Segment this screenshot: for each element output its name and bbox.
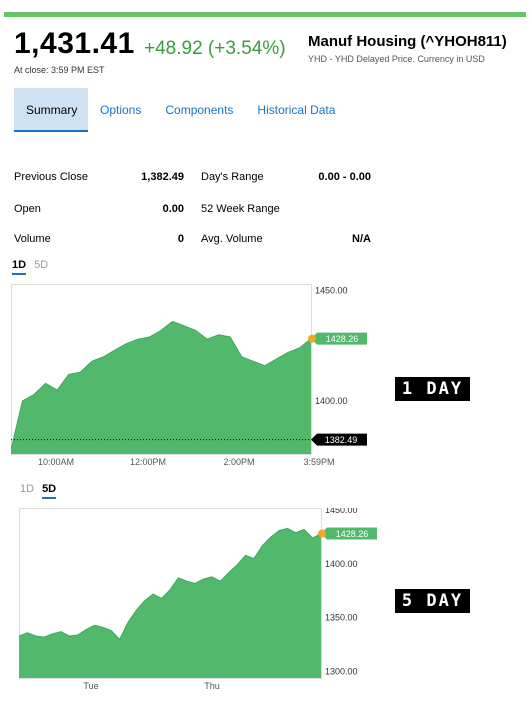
x-tick-label: 12:00PM (130, 457, 166, 467)
tab-summary[interactable]: Summary (14, 88, 88, 132)
y-tick-label: 1450.00 (325, 508, 358, 515)
top-accent-bar (4, 12, 526, 17)
last-price-dot (308, 334, 316, 343)
stat-days-range: Day's Range 0.00 - 0.00 (201, 171, 371, 189)
range-selector-2: 1D 5D (20, 483, 57, 499)
stat-volume: Volume 0 (14, 233, 184, 251)
stat-label: Previous Close (14, 171, 88, 183)
stat-avg-volume: Avg. Volume N/A (201, 233, 371, 251)
x-tick-label: Tue (83, 681, 98, 691)
range-1d-button[interactable]: 1D (20, 483, 34, 499)
company-name: Manuf Housing (^YHOH811) (308, 33, 507, 50)
stat-label: Open (14, 203, 41, 215)
quote-price: 1,431.41 (14, 27, 135, 60)
quote-change: +48.92 (+3.54%) (144, 38, 286, 59)
stat-label: Volume (14, 233, 51, 245)
x-tick-label: Thu (204, 681, 220, 691)
last-price-dot (318, 529, 326, 538)
x-tick-label: 3:59PM (303, 457, 334, 467)
stat-value: 0.00 - 0.00 (318, 171, 371, 183)
tab-historical-data[interactable]: Historical Data (245, 88, 347, 132)
range-1d-button[interactable]: 1D (12, 259, 27, 275)
stat-previous-close: Previous Close 1,382.49 (14, 171, 184, 189)
stat-value: N/A (352, 233, 371, 245)
x-tick-label: 10:00AM (38, 457, 74, 467)
y-tick-label: 1400.00 (315, 396, 348, 406)
y-tick-label: 1400.00 (325, 559, 358, 569)
range-5d-button[interactable]: 5D (42, 483, 57, 499)
range-selector-1: 1D 5D (12, 259, 48, 275)
stat-52-week-range: 52 Week Range (201, 203, 371, 221)
quote-tabs: Summary Options Components Historical Da… (14, 88, 347, 132)
stat-label: Avg. Volume (201, 233, 263, 245)
overlay-5-day-label: 5 DAY (395, 589, 470, 613)
previous-close-label: 1382.49 (325, 435, 358, 445)
last-price-label: 1428.26 (336, 529, 369, 539)
stat-open: Open 0.00 (14, 203, 184, 221)
stat-value: 1,382.49 (141, 171, 184, 183)
stat-value: 0.00 (162, 203, 184, 215)
chart-1d: 1450.00 1400.00 10:00AM 12:00PM 2:00PM 3:59PM… (11, 284, 367, 467)
stat-label: 52 Week Range (201, 203, 280, 215)
y-tick-label: 1350.00 (325, 613, 358, 623)
y-tick-label: 1300.00 (325, 667, 358, 677)
x-tick-label: 2:00PM (223, 457, 254, 467)
range-5d-button[interactable]: 5D (34, 259, 48, 275)
last-price-label: 1428.26 (326, 334, 359, 344)
quote-subtitle: YHD - YHD Delayed Price. Currency in USD (308, 54, 485, 64)
overlay-1-day-label: 1 DAY (395, 377, 470, 401)
close-time: At close: 3:59 PM EST (14, 65, 105, 75)
stat-label: Day's Range (201, 171, 264, 183)
tab-components[interactable]: Components (153, 88, 245, 132)
y-tick-label: 1450.00 (315, 286, 348, 296)
chart-5d: 1450.00 1400.00 1350.00 1300.00 Tue Thu 1428.2… (19, 508, 377, 691)
tab-options[interactable]: Options (88, 88, 153, 132)
stat-value: 0 (177, 233, 184, 245)
